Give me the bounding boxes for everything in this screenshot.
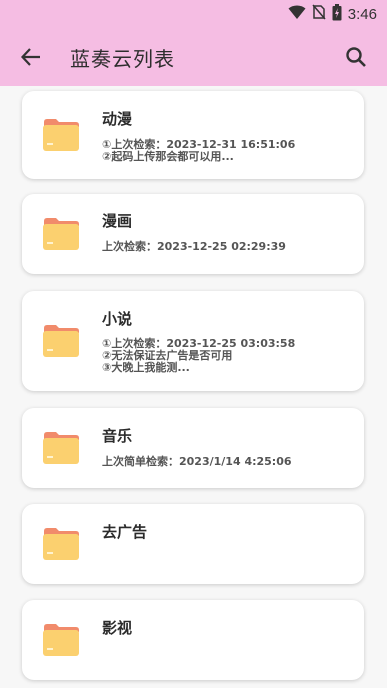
status-bar: 3:46 (0, 0, 387, 28)
folder-icon (43, 218, 79, 250)
item-name: 小说 (102, 310, 133, 328)
status-icons: 3:46 (288, 3, 377, 25)
no-sim-icon (312, 4, 326, 24)
folder-icon (43, 624, 79, 656)
page-title: 蓝奏云列表 (70, 47, 175, 71)
item-name: 漫画 (102, 212, 133, 230)
folder-icon (43, 528, 79, 560)
item-desc: 上次简单检索：2023/1/14 4:25:06 (102, 455, 292, 468)
item-name: 音乐 (102, 427, 133, 445)
arrow-back-icon[interactable] (16, 42, 46, 72)
list-item[interactable]: 动漫 ①上次检索：2023-12-31 16:51:06 ②起码上传那会都可以用… (22, 91, 364, 179)
item-name: 去广告 (102, 523, 148, 541)
search-icon[interactable] (341, 42, 371, 72)
folder-icon (43, 119, 79, 151)
status-time: 3:46 (347, 5, 377, 23)
item-desc: 上次检索：2023-12-25 02:29:39 (102, 240, 286, 253)
item-name: 动漫 (102, 110, 133, 128)
battery-charging-icon (332, 3, 342, 25)
item-name: 影视 (102, 619, 133, 637)
item-desc: ①上次检索：2023-12-31 16:51:06 ②起码上传那会都可以用... (102, 138, 296, 163)
list-item[interactable]: 去广告 (22, 504, 364, 584)
wifi-icon (288, 4, 306, 24)
app-bar: 蓝奏云列表 (0, 28, 387, 86)
list-item[interactable]: 音乐 上次简单检索：2023/1/14 4:25:06 (22, 408, 364, 488)
folder-list[interactable]: 动漫 ①上次检索：2023-12-31 16:51:06 ②起码上传那会都可以用… (0, 86, 387, 688)
list-item[interactable]: 小说 ①上次检索：2023-12-25 03:03:58 ②无法保证去广告是否可… (22, 291, 364, 391)
item-desc: ①上次检索：2023-12-25 03:03:58 ②无法保证去广告是否可用 ③… (102, 337, 296, 374)
folder-icon (43, 432, 79, 464)
folder-icon (43, 325, 79, 357)
list-item[interactable]: 漫画 上次检索：2023-12-25 02:29:39 (22, 194, 364, 274)
list-item[interactable]: 影视 (22, 600, 364, 680)
